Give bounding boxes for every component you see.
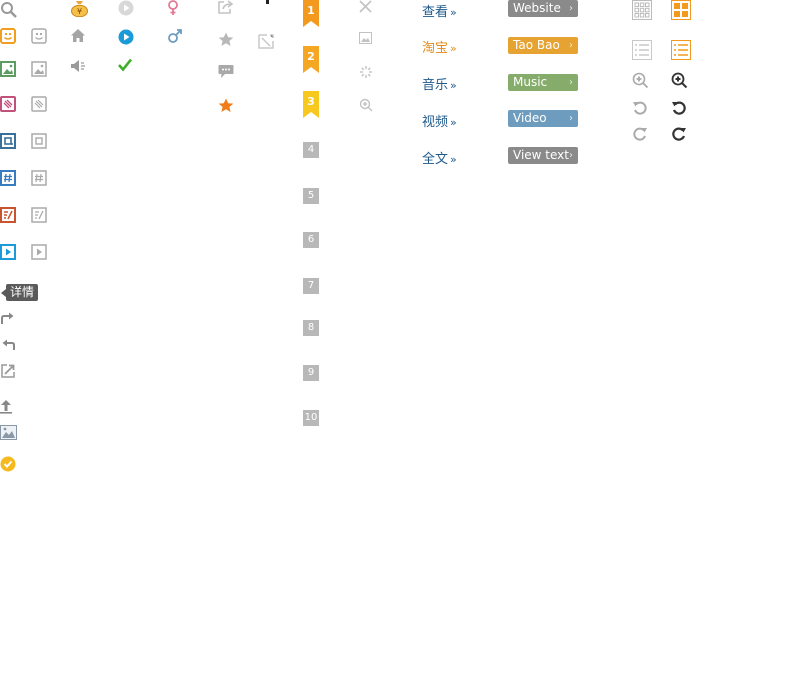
button-label: Music [513, 75, 548, 89]
share-out-icon[interactable] [218, 0, 234, 14]
link-label: 查看 [422, 5, 449, 20]
music-button[interactable]: Music › [508, 74, 578, 91]
taobao-link[interactable]: 淘宝» [422, 37, 457, 56]
rank-ribbon: 2 [303, 46, 319, 74]
edit-note-icon[interactable] [0, 207, 16, 223]
at-sign-icon[interactable] [0, 133, 16, 149]
rank-ribbon: 3 [303, 91, 319, 119]
rotate-right-gray-icon[interactable] [632, 126, 648, 142]
zoom-in-small-icon[interactable] [359, 98, 373, 112]
view-link[interactable]: 查看» [422, 1, 457, 20]
ribbon-number: 3 [307, 95, 315, 108]
edit-note-gray-icon[interactable] [31, 207, 47, 223]
zoom-in-gray-icon[interactable] [632, 72, 649, 89]
cursor-marker [266, 0, 269, 4]
button-label: Website [513, 1, 561, 15]
chevron-right-icon: » [450, 116, 457, 129]
rank-number-box: 8 [303, 320, 319, 336]
female-icon[interactable] [166, 0, 180, 16]
rotate-left-dark-icon[interactable] [671, 100, 687, 116]
chevron-right-icon: » [450, 6, 457, 19]
grid-view-icon[interactable] [632, 0, 652, 20]
check-circle-icon[interactable] [0, 456, 16, 472]
search-icon[interactable] [0, 1, 18, 19]
male-icon[interactable] [167, 28, 183, 44]
rotate-right-dark-icon[interactable] [671, 126, 687, 142]
rank-number-box: 5 [303, 188, 319, 204]
list-view-icon[interactable] [632, 40, 652, 60]
arrow-right-icon: › [569, 3, 573, 14]
list-view-active-icon[interactable] [671, 40, 691, 60]
zoom-in-dark-icon[interactable] [671, 72, 688, 89]
website-button[interactable]: Website › [508, 0, 578, 17]
image-icon[interactable] [0, 61, 16, 77]
link-label: 全文 [422, 152, 449, 167]
taobao-button[interactable]: Tao Bao › [508, 37, 578, 54]
link-label: 音乐 [422, 78, 449, 93]
chevron-right-icon: » [450, 79, 457, 92]
hashtag-icon[interactable] [0, 170, 16, 186]
video-link[interactable]: 视频» [422, 111, 457, 130]
play-circle-blue-icon[interactable] [118, 29, 134, 45]
arrow-right-icon: › [569, 150, 573, 161]
arrow-right-icon: › [569, 40, 573, 51]
forward-icon[interactable] [0, 310, 16, 326]
external-link-icon[interactable] [0, 363, 16, 379]
rank-number-box: 4 [303, 142, 319, 158]
upload-icon[interactable] [0, 399, 14, 415]
view-text-button[interactable]: View text › [508, 147, 578, 164]
star-gray-icon[interactable] [218, 32, 234, 47]
play-video-gray-icon[interactable] [31, 244, 47, 260]
link-label: 淘宝 [422, 41, 449, 56]
attachment-gray-icon[interactable] [31, 96, 47, 112]
button-label: Tao Bao [513, 38, 560, 52]
home-icon[interactable] [70, 28, 86, 43]
close-icon[interactable] [359, 0, 372, 13]
arrow-right-icon: › [569, 113, 573, 124]
smiley-gray-icon[interactable] [31, 28, 47, 44]
ribbon-number: 2 [307, 50, 315, 63]
rotate-left-gray-icon[interactable] [632, 100, 648, 116]
button-label: View text [513, 148, 569, 162]
attachment-icon[interactable] [0, 96, 17, 112]
button-label: Video [513, 111, 547, 125]
play-video-icon[interactable] [0, 244, 16, 260]
comment-icon[interactable] [218, 64, 234, 79]
money-bag-icon[interactable]: ¥ [70, 0, 89, 17]
fulltext-link[interactable]: 全文» [422, 148, 457, 167]
ribbon-number: 1 [307, 4, 315, 17]
smiley-icon[interactable] [0, 28, 16, 44]
arrow-right-icon: › [569, 77, 573, 88]
hashtag-gray-icon[interactable] [31, 170, 47, 186]
image-gray-icon[interactable] [31, 61, 47, 77]
grid-view-active-icon[interactable] [671, 0, 691, 20]
chevron-right-icon: » [450, 42, 457, 55]
rank-number-box: 7 [303, 278, 319, 294]
music-link[interactable]: 音乐» [422, 74, 457, 93]
rank-ribbon: 1 [303, 0, 319, 28]
loading-spinner-icon [360, 66, 372, 78]
chevron-right-icon: » [450, 153, 457, 166]
link-label: 视频 [422, 115, 449, 130]
image-small-icon[interactable] [359, 32, 372, 44]
reply-icon[interactable] [0, 336, 16, 352]
video-button[interactable]: Video › [508, 110, 578, 127]
mute-speaker-icon[interactable] [70, 58, 86, 74]
tooltip-label: 详情 [10, 285, 35, 299]
picture-icon[interactable] [0, 425, 17, 440]
at-sign-gray-icon[interactable] [31, 133, 47, 149]
broken-image-icon[interactable] [258, 34, 274, 49]
star-orange-icon[interactable] [218, 98, 234, 113]
details-tooltip: 详情 [0, 284, 39, 301]
rank-number-box: 10 [303, 410, 319, 426]
play-circle-gray-icon[interactable] [118, 0, 134, 16]
rank-number-box: 6 [303, 232, 319, 248]
svg-text:¥: ¥ [77, 7, 82, 16]
checkmark-icon[interactable] [118, 58, 132, 72]
rank-number-box: 9 [303, 365, 319, 381]
